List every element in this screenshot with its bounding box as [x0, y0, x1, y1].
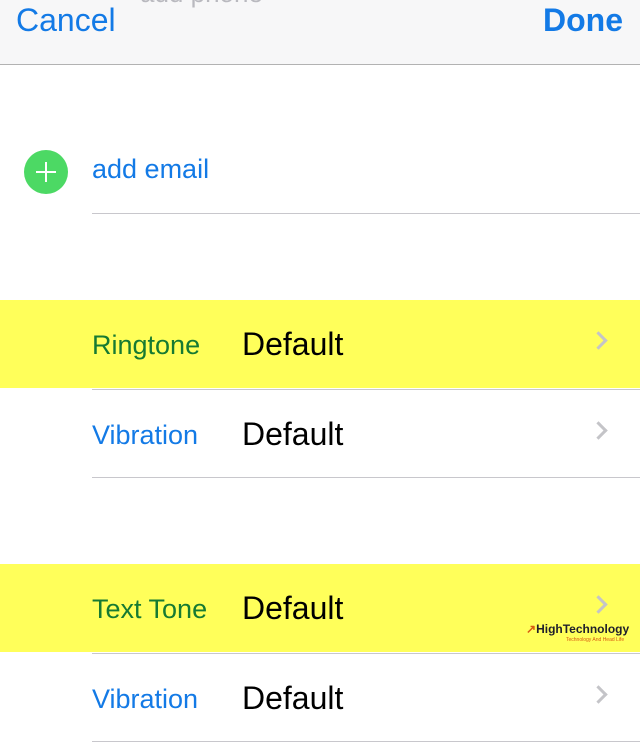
ringtone-label: Ringtone — [92, 330, 201, 360]
vibration-label: Vibration — [92, 420, 199, 450]
vibration-row[interactable]: Vibration Default — [0, 654, 640, 742]
add-email-label[interactable]: add email — [92, 154, 209, 185]
text-tone-label: Text Tone — [92, 594, 208, 624]
hightechnology-watermark: ↗HighTechnology Technology And Head Life — [526, 622, 629, 646]
ringtone-value: Default — [242, 326, 344, 362]
navigation-bar: add phone Cancel Done — [0, 0, 640, 65]
chevron-right-icon — [589, 595, 608, 614]
ringtone-row[interactable]: Ringtone Default — [0, 300, 640, 388]
separator — [92, 213, 640, 214]
vibration-row[interactable]: Vibration Default — [0, 390, 640, 478]
done-button[interactable]: Done — [543, 2, 623, 39]
cancel-button[interactable]: Cancel — [16, 2, 116, 39]
chevron-right-icon — [589, 685, 608, 704]
vibration-value: Default — [242, 416, 344, 452]
watermark-subtitle: Technology And Head Life — [566, 637, 625, 643]
plus-circle-icon[interactable] — [24, 150, 68, 194]
vibration-label: Vibration — [92, 684, 199, 714]
text-tone-value: Default — [242, 590, 344, 626]
add-email-row[interactable]: add email — [0, 128, 640, 214]
chevron-right-icon — [589, 421, 608, 440]
separator — [92, 477, 640, 478]
arrow-icon: ↗ — [526, 622, 537, 636]
watermark-title: HighTechnology — [536, 622, 630, 636]
vibration-value: Default — [242, 680, 344, 716]
chevron-right-icon — [589, 331, 608, 350]
separator — [92, 741, 640, 742]
scrolled-field-ghost-text: add phone — [140, 0, 263, 9]
